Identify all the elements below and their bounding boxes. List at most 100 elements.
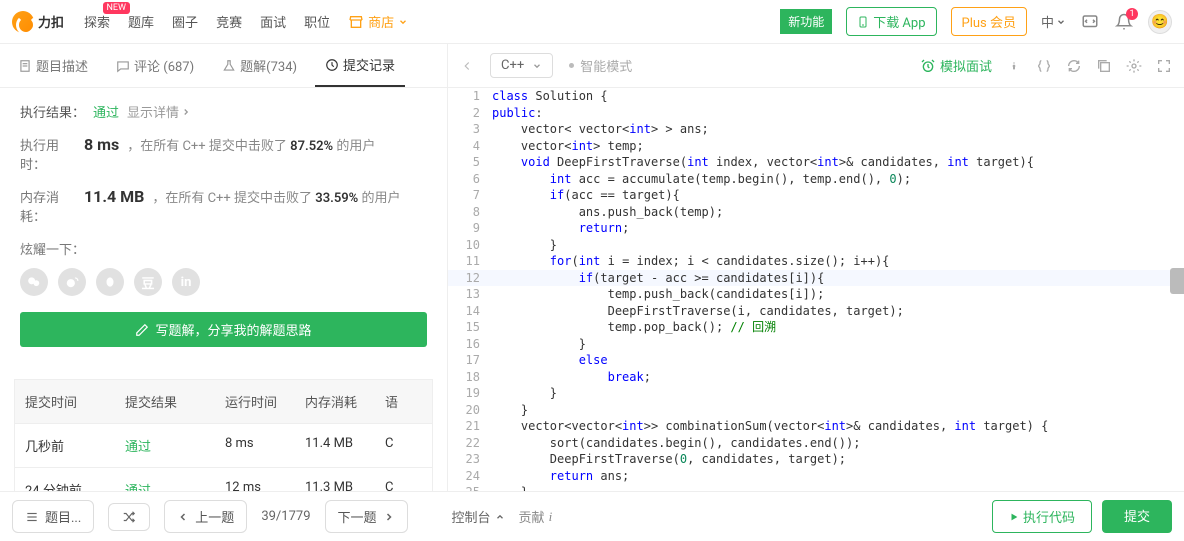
clock-icon — [325, 58, 339, 72]
left-tabs: 题目描述 评论 (687) 题解(734) 提交记录 — [0, 44, 447, 88]
code-line[interactable]: 18 break; — [448, 369, 1184, 386]
code-line[interactable]: 23 DeepFirstTraverse(0, candidates, targ… — [448, 451, 1184, 468]
nav-problems[interactable]: 题库 — [128, 12, 154, 31]
language-switch[interactable]: 中 — [1041, 12, 1066, 31]
language-select[interactable]: C++ — [490, 53, 553, 78]
list-icon — [25, 510, 39, 524]
logo-text: 力扣 — [38, 12, 64, 31]
flask-icon — [222, 59, 236, 73]
code-line[interactable]: 8 ans.push_back(temp); — [448, 204, 1184, 221]
download-app-button[interactable]: 下载 App — [846, 7, 936, 36]
nav-store[interactable]: 商店 — [348, 12, 408, 31]
tab-description[interactable]: 题目描述 — [8, 44, 98, 87]
nav-discuss[interactable]: 圈子 — [172, 12, 198, 31]
notifications-button[interactable]: 1 — [1114, 12, 1134, 32]
tab-comments[interactable]: 评论 (687) — [106, 44, 204, 87]
chevron-left-icon[interactable] — [460, 59, 474, 73]
next-problem-button[interactable]: 下一题 — [325, 500, 408, 533]
shuffle-button[interactable] — [108, 503, 150, 531]
linkedin-icon[interactable]: in — [172, 268, 200, 296]
playground-icon[interactable] — [1080, 12, 1100, 32]
new-window-icon[interactable] — [1096, 58, 1112, 74]
prev-problem-button[interactable]: 上一题 — [164, 500, 247, 533]
code-line[interactable]: 17 else — [448, 352, 1184, 369]
nav-explore[interactable]: 探索NEW — [84, 12, 110, 31]
code-line[interactable]: 21 vector<vector<int>> combinationSum(ve… — [448, 418, 1184, 435]
alarm-icon — [920, 58, 936, 74]
code-line[interactable]: 25 } — [448, 484, 1184, 491]
code-line[interactable]: 4 vector<int> temp; — [448, 138, 1184, 155]
nav: 探索NEW 题库 圈子 竞赛 面试 职位 商店 — [84, 12, 408, 31]
logo[interactable]: 力扣 — [12, 11, 64, 33]
code-editor[interactable]: 1class Solution {2public:3 vector< vecto… — [448, 88, 1184, 491]
left-pane: 题目描述 评论 (687) 题解(734) 提交记录 执行结果： 通过 — [0, 44, 448, 491]
mock-interview-button[interactable]: 模拟面试 — [920, 56, 992, 75]
right-pane: C++ 智能模式 模拟面试 1class Solution {2public:3… — [448, 44, 1184, 491]
gear-icon[interactable] — [1126, 58, 1142, 74]
memory-value: 11.4 MB — [84, 187, 144, 206]
exec-result-label: 执行结果： — [20, 102, 85, 121]
douban-icon[interactable]: 豆 — [134, 268, 162, 296]
code-line[interactable]: 10 } — [448, 237, 1184, 254]
weibo-icon[interactable] — [58, 268, 86, 296]
tab-submissions[interactable]: 提交记录 — [315, 44, 405, 87]
code-line[interactable]: 2public: — [448, 105, 1184, 122]
code-line[interactable]: 3 vector< vector<int> > ans; — [448, 121, 1184, 138]
chevron-down-icon — [1056, 17, 1066, 27]
code-line[interactable]: 24 return ans; — [448, 468, 1184, 485]
code-line[interactable]: 6 int acc = accumulate(temp.begin(), tem… — [448, 171, 1184, 188]
runtime-label: 执行用时： — [20, 135, 80, 173]
table-row[interactable]: 24 分钟前 通过 12 ms 11.3 MB C — [15, 467, 432, 491]
code-line[interactable]: 12 if(target - acc >= candidates[i]){ — [448, 270, 1184, 287]
code-line[interactable]: 15 temp.pop_back(); // 回溯 — [448, 319, 1184, 336]
shuffle-icon — [121, 510, 137, 524]
new-feature-badge[interactable]: 新功能 — [780, 9, 832, 34]
result-box: 执行结果： 通过 显示详情 执行用时： 8 ms ，在所有 C++ 提交中击败了… — [14, 102, 433, 379]
code-line[interactable]: 7 if(acc == target){ — [448, 187, 1184, 204]
code-line[interactable]: 1class Solution { — [448, 88, 1184, 105]
tab-solutions[interactable]: 题解(734) — [212, 44, 307, 87]
leetcode-icon — [12, 11, 34, 33]
code-line[interactable]: 22 sort(candidates.begin(), candidates.e… — [448, 435, 1184, 452]
code-line[interactable]: 16 } — [448, 336, 1184, 353]
pencil-icon — [135, 323, 149, 337]
brackets-icon[interactable] — [1036, 58, 1052, 74]
code-line[interactable]: 13 temp.push_back(candidates[i]); — [448, 286, 1184, 303]
qq-icon[interactable] — [96, 268, 124, 296]
problem-counter: 39/1779 — [261, 509, 310, 524]
memory-label: 内存消耗： — [20, 187, 80, 225]
share-label: 炫耀一下： — [20, 239, 427, 258]
problem-list-button[interactable]: 题目... — [12, 500, 94, 533]
nav-contest[interactable]: 竞赛 — [216, 12, 242, 31]
code-line[interactable]: 19 } — [448, 385, 1184, 402]
chevron-right-icon — [383, 511, 395, 523]
nav-jobs[interactable]: 职位 — [304, 12, 330, 31]
code-line[interactable]: 5 void DeepFirstTraverse(int index, vect… — [448, 154, 1184, 171]
comment-icon — [116, 59, 130, 73]
refresh-icon[interactable] — [1066, 58, 1082, 74]
nav-interview[interactable]: 面试 — [260, 12, 286, 31]
show-detail-link[interactable]: 显示详情 — [127, 102, 191, 121]
submissions-table: 提交时间 提交结果 运行时间 内存消耗 语 几秒前 通过 8 ms 11.4 M… — [14, 379, 433, 491]
submit-button[interactable]: 提交 — [1102, 500, 1172, 533]
code-line[interactable]: 11 for(int i = index; i < candidates.siz… — [448, 253, 1184, 270]
contribute-link[interactable]: 贡献 i — [519, 507, 553, 526]
chevron-left-icon — [177, 511, 189, 523]
code-line[interactable]: 9 return; — [448, 220, 1184, 237]
table-row[interactable]: 几秒前 通过 8 ms 11.4 MB C — [15, 423, 432, 467]
doc-icon — [18, 59, 32, 73]
info-icon[interactable] — [1006, 58, 1022, 74]
scrollbar-handle[interactable] — [1170, 268, 1184, 294]
console-toggle[interactable]: 控制台 — [452, 507, 505, 526]
chevron-down-icon — [398, 17, 408, 27]
write-solution-button[interactable]: 写题解，分享我的解题思路 — [20, 312, 427, 347]
smart-mode-toggle[interactable]: 智能模式 — [569, 56, 632, 75]
plus-member-button[interactable]: Plus 会员 — [951, 7, 1027, 36]
social-buttons: 豆 in — [20, 268, 427, 296]
wechat-icon[interactable] — [20, 268, 48, 296]
code-line[interactable]: 14 DeepFirstTraverse(i, candidates, targ… — [448, 303, 1184, 320]
avatar[interactable]: 😊 — [1148, 10, 1172, 34]
code-line[interactable]: 20 } — [448, 402, 1184, 419]
run-code-button[interactable]: 执行代码 — [992, 500, 1092, 533]
fullscreen-icon[interactable] — [1156, 58, 1172, 74]
